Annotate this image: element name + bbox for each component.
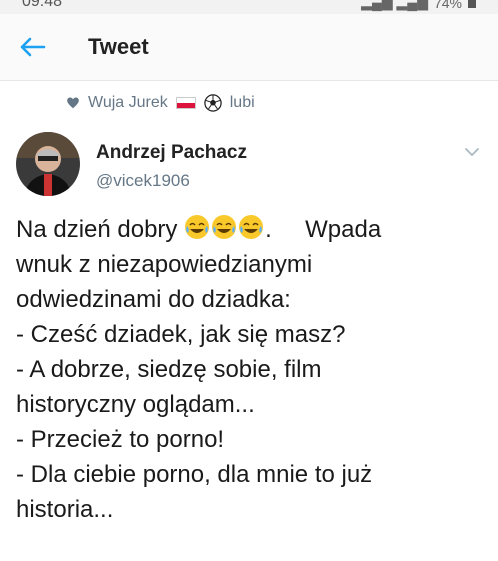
face-tears-of-joy-icon [212,215,237,239]
tweet-line: historyczny oglądam... [16,391,255,418]
signal-icon: ▂▄▆ ▂▄▆ [361,0,428,10]
status-bar: 09:48 ▂▄▆ ▂▄▆ 74% [0,0,498,14]
header-bar: Tweet [0,14,498,81]
face-tears-of-joy-icon [239,215,264,239]
battery-level: 74% [433,0,462,11]
tweet-text: Na dzień dobry . Wpada wnuk z niezapowie… [16,212,486,527]
heart-icon [67,97,79,109]
battery-icon [468,0,476,8]
page-title: Tweet [88,34,149,59]
tweet-line: - Cześć dziadek, jak się masz? [16,321,346,348]
author-name[interactable]: Andrzej Pachacz [96,142,247,164]
tweet-line: wnuk z niezapowiedzianymi [16,251,313,278]
arrow-left-icon [20,37,46,57]
profile-photo [16,132,80,196]
more-options-button[interactable] [464,145,480,157]
social-user[interactable]: Wuja Jurek [88,94,168,112]
tweet-line: - Przecież to porno! [16,426,225,453]
chevron-down-icon [465,148,479,157]
poland-flag-icon [175,97,196,109]
soccer-ball-icon [204,94,222,112]
face-tears-of-joy-icon [185,215,210,239]
social-context: Wuja Jurek lubi [66,94,255,112]
avatar[interactable] [16,132,80,196]
tweet-line: - Dla ciebie porno, dla mnie to już [16,461,373,488]
status-time: 09:48 [22,0,63,10]
author-handle[interactable]: @vicek1906 [96,171,190,191]
back-button[interactable] [18,34,48,60]
tweet-line: historia... [16,496,114,523]
tweet-line-text: . Wpada [265,216,382,243]
tweet-line: Na dzień dobry . Wpada [16,212,486,247]
tweet-line: - A dobrze, siedzę sobie, film [16,356,322,383]
tweet-line-text: Na dzień dobry [16,216,178,243]
status-icons: ▂▄▆ ▂▄▆ 74% [361,0,476,11]
social-action: lubi [229,94,255,111]
tweet-line: odwiedzinami do dziadka: [16,286,291,313]
